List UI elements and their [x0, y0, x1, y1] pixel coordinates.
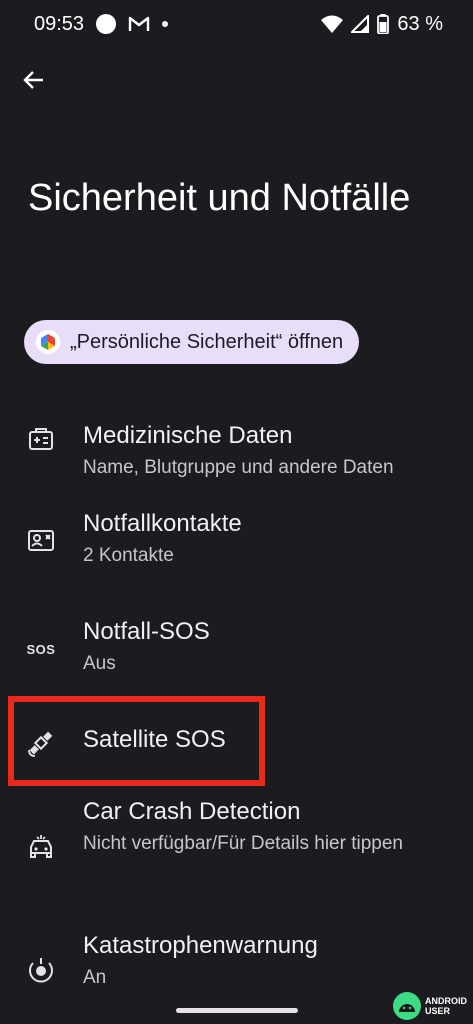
- watermark-text: ANDROID USER: [425, 996, 467, 1016]
- car-crash-icon: [24, 830, 58, 864]
- list-item-subtitle: An: [83, 967, 107, 988]
- dot-icon: [162, 21, 169, 27]
- list-item-subtitle: 2 Kontakte: [83, 545, 174, 566]
- gmail-icon: [128, 15, 150, 33]
- list-item-title: Medizinische Daten: [83, 422, 293, 449]
- personal-safety-icon: [36, 330, 60, 354]
- list-item-car-crash-detection[interactable]: Car Crash Detection Nicht verfügbar/Für …: [0, 798, 473, 910]
- list-item-subtitle: Name, Blutgruppe und andere Daten: [83, 457, 394, 478]
- gesture-bar[interactable]: [176, 1008, 298, 1013]
- satellite-icon: [24, 726, 58, 760]
- medical-info-icon: [24, 422, 58, 456]
- watermark-line2: USER: [425, 1006, 451, 1016]
- status-left: 09:53: [34, 12, 169, 36]
- watermark: ANDROID USER: [393, 992, 467, 1020]
- personal-safety-chip-label: „Persönliche Sicherheit“ öffnen: [70, 330, 344, 353]
- wifi-icon: [321, 15, 344, 33]
- status-right: 63 %: [321, 13, 443, 36]
- back-button[interactable]: [16, 62, 52, 98]
- list-item-emergency-sos[interactable]: SOS Notfall-SOS Aus: [0, 616, 473, 716]
- list-item-title: Katastrophenwarnung: [83, 932, 318, 959]
- list-item-title: Notfall-SOS: [83, 618, 210, 645]
- sos-icon-text: SOS: [26, 641, 56, 657]
- back-arrow-icon: [23, 69, 45, 91]
- list-item-title: Satellite SOS: [83, 726, 226, 753]
- list-item-medical-info[interactable]: Medizinische Daten Name, Blutgruppe und …: [0, 400, 473, 500]
- list-item-subtitle: Nicht verfügbar/Für Details hier tippen: [83, 833, 403, 854]
- list-item-title: Car Crash Detection: [83, 798, 301, 825]
- battery-percent: 63 %: [397, 12, 443, 35]
- circle-icon: [96, 14, 117, 34]
- personal-safety-chip[interactable]: „Persönliche Sicherheit“ öffnen: [24, 320, 360, 364]
- list-item-subtitle: Aus: [83, 653, 116, 674]
- list-item-emergency-contacts[interactable]: Notfallkontakte 2 Kontakte: [0, 508, 473, 608]
- signal-icon: [351, 15, 370, 33]
- list-item-title: Notfallkontakte: [83, 510, 242, 537]
- battery-icon: [377, 14, 390, 34]
- contact-card-icon: [24, 524, 58, 558]
- emergency-alert-icon: [24, 952, 58, 986]
- status-time: 09:53: [34, 12, 85, 35]
- sos-icon: SOS: [24, 632, 58, 666]
- status-bar: 09:53 63 %: [0, 0, 473, 48]
- page-title: Sicherheit und Notfälle: [28, 177, 411, 219]
- android-logo-icon: [393, 992, 421, 1020]
- watermark-line1: ANDROID: [425, 996, 467, 1006]
- list-item-satellite-sos[interactable]: Satellite SOS: [0, 710, 473, 790]
